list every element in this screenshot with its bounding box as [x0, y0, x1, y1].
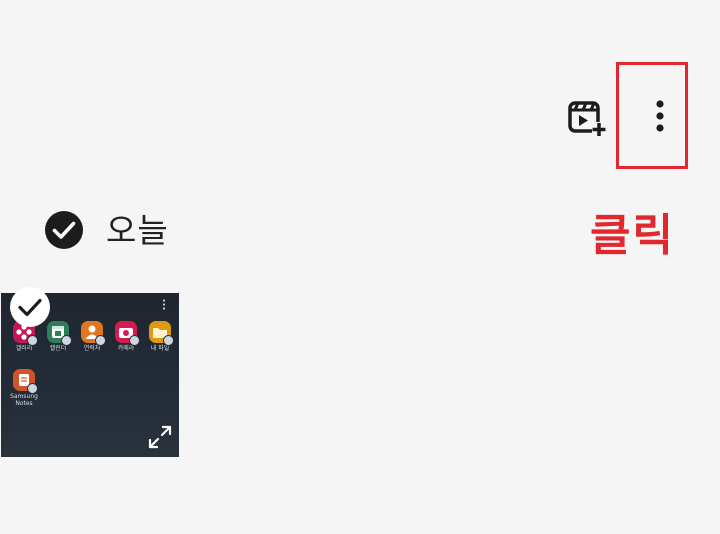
notes-app-icon	[13, 369, 38, 394]
contacts-app-icon	[81, 321, 106, 346]
thumbnail-app-my-files: 내 파일	[143, 321, 177, 352]
check-circle-icon	[45, 211, 83, 249]
movie-add-icon	[568, 101, 606, 136]
thumbnail-select-checkbox[interactable]	[10, 287, 50, 327]
expand-preview-button[interactable]	[148, 425, 172, 449]
movie-maker-button[interactable]	[566, 98, 608, 140]
highlight-box	[616, 62, 688, 169]
camera-app-icon	[115, 321, 140, 346]
app-label: 갤러리	[15, 345, 33, 352]
select-date-group-checkbox[interactable]	[44, 210, 84, 250]
app-label: 연락처	[83, 345, 101, 352]
calendar-app-icon	[47, 321, 72, 346]
thumbnail-app-samsung-notes: Samsung Notes	[6, 369, 42, 407]
app-label: 카메라	[117, 345, 135, 352]
thumbnail-more-icon	[158, 297, 170, 311]
click-annotation: 클릭	[590, 210, 675, 261]
folder-app-icon	[149, 321, 174, 346]
app-label: 내 파일	[150, 345, 170, 352]
app-label: 캘린더	[49, 345, 67, 352]
thumbnail-app-contacts: 연락처	[75, 321, 109, 352]
thumbnail-app-camera: 카메라	[109, 321, 143, 352]
expand-icon	[148, 425, 172, 449]
app-label: Samsung Notes	[10, 393, 38, 407]
check-icon	[18, 298, 42, 317]
date-group-label: 오늘	[106, 211, 169, 250]
